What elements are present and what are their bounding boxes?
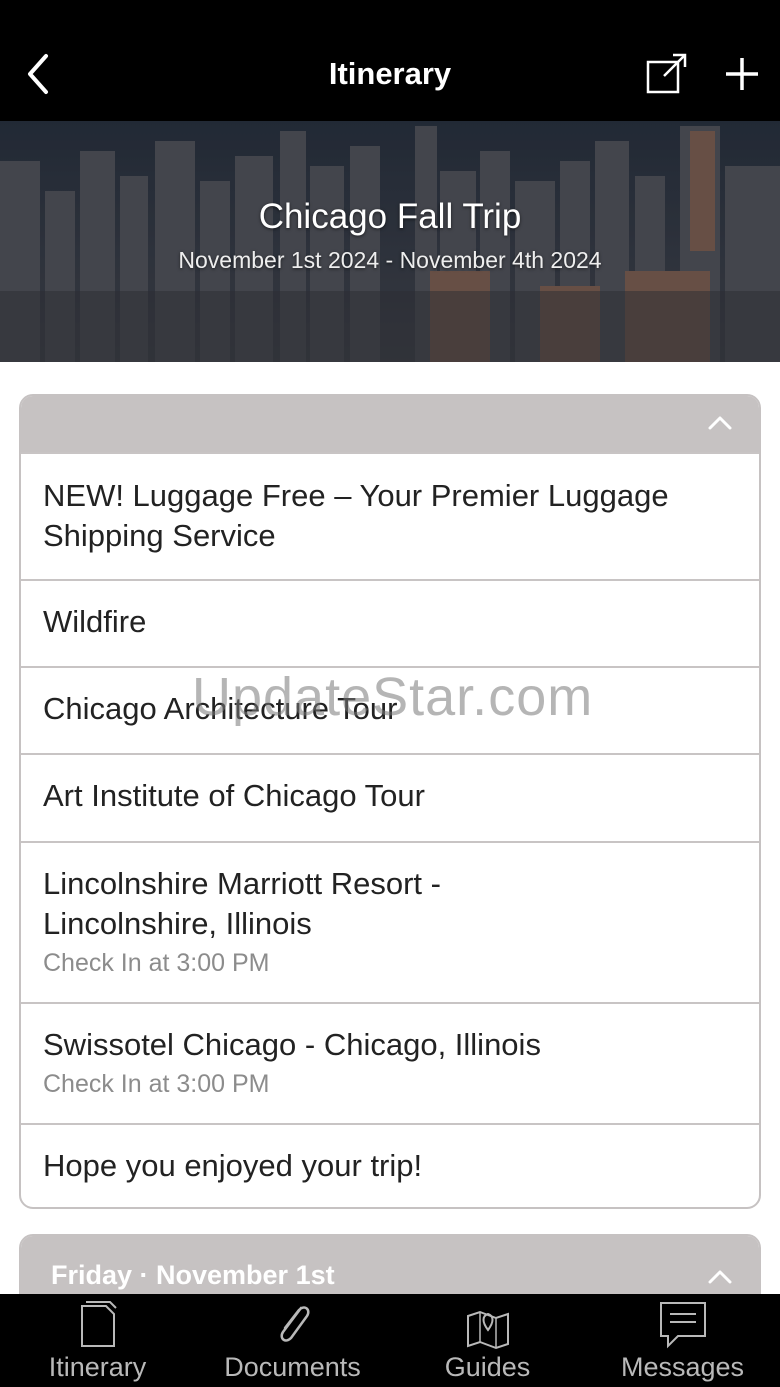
list-item-title: NEW! Luggage Free – Your Premier Luggage… — [43, 478, 669, 553]
day-label: Friday · November 1st — [51, 1260, 335, 1290]
trip-dates: November 1st 2024 - November 4th 2024 — [178, 247, 602, 273]
list-item-title: Lincolnshire Marriott Resort - Lincolnsh… — [43, 866, 441, 941]
section-header[interactable] — [21, 396, 759, 452]
tab-documents[interactable]: Documents — [195, 1294, 390, 1387]
share-icon[interactable] — [646, 52, 688, 94]
chevron-up-icon[interactable] — [707, 414, 733, 432]
tab-label: Guides — [444, 1352, 531, 1382]
top-navigation-bar: Itinerary — [0, 0, 780, 121]
city-skyline-image — [0, 121, 780, 362]
list-item[interactable]: Chicago Architecture Tour — [21, 666, 759, 753]
list-item-title: Hope you enjoyed your trip! — [43, 1148, 423, 1183]
tab-messages[interactable]: Messages — [585, 1294, 780, 1387]
list-item[interactable]: NEW! Luggage Free – Your Premier Luggage… — [21, 452, 759, 579]
tab-itinerary[interactable]: Itinerary — [0, 1294, 195, 1387]
message-icon — [659, 1302, 706, 1349]
list-item-title: Chicago Architecture Tour — [43, 691, 398, 726]
list-item[interactable]: Wildfire — [21, 579, 759, 666]
document-icon — [80, 1301, 117, 1347]
list-item[interactable]: Art Institute of Chicago Tour — [21, 753, 759, 841]
list-item-title: Swissotel Chicago - Chicago, Illinois — [43, 1027, 541, 1062]
list-item[interactable]: Lincolnshire Marriott Resort - Lincolnsh… — [21, 841, 759, 1002]
list-item[interactable]: Hope you enjoyed your trip! — [21, 1123, 759, 1207]
bottom-tab-bar: Itinerary Documents Guides Messages — [0, 1294, 780, 1387]
trip-name: Chicago Fall Trip — [258, 197, 522, 236]
trip-hero-banner: Chicago Fall Trip November 1st 2024 - No… — [0, 121, 780, 362]
list-item-detail: Check In at 3:00 PM — [43, 949, 270, 977]
itinerary-overview-card: NEW! Luggage Free – Your Premier Luggage… — [19, 394, 761, 1209]
plus-icon[interactable] — [722, 54, 762, 94]
list-item[interactable]: Swissotel Chicago - Chicago, Illinois Ch… — [21, 1002, 759, 1123]
list-item-detail: Check In at 3:00 PM — [43, 1070, 270, 1098]
list-item-title: Wildfire — [43, 604, 147, 639]
paperclip-icon — [279, 1306, 310, 1342]
tab-label: Documents — [224, 1352, 361, 1382]
chevron-up-icon[interactable] — [707, 1268, 733, 1286]
list-item-title: Art Institute of Chicago Tour — [43, 778, 425, 813]
tab-label: Itinerary — [48, 1352, 147, 1382]
map-pin-icon — [466, 1310, 509, 1350]
tab-label: Messages — [620, 1352, 745, 1382]
tab-guides[interactable]: Guides — [390, 1294, 585, 1387]
